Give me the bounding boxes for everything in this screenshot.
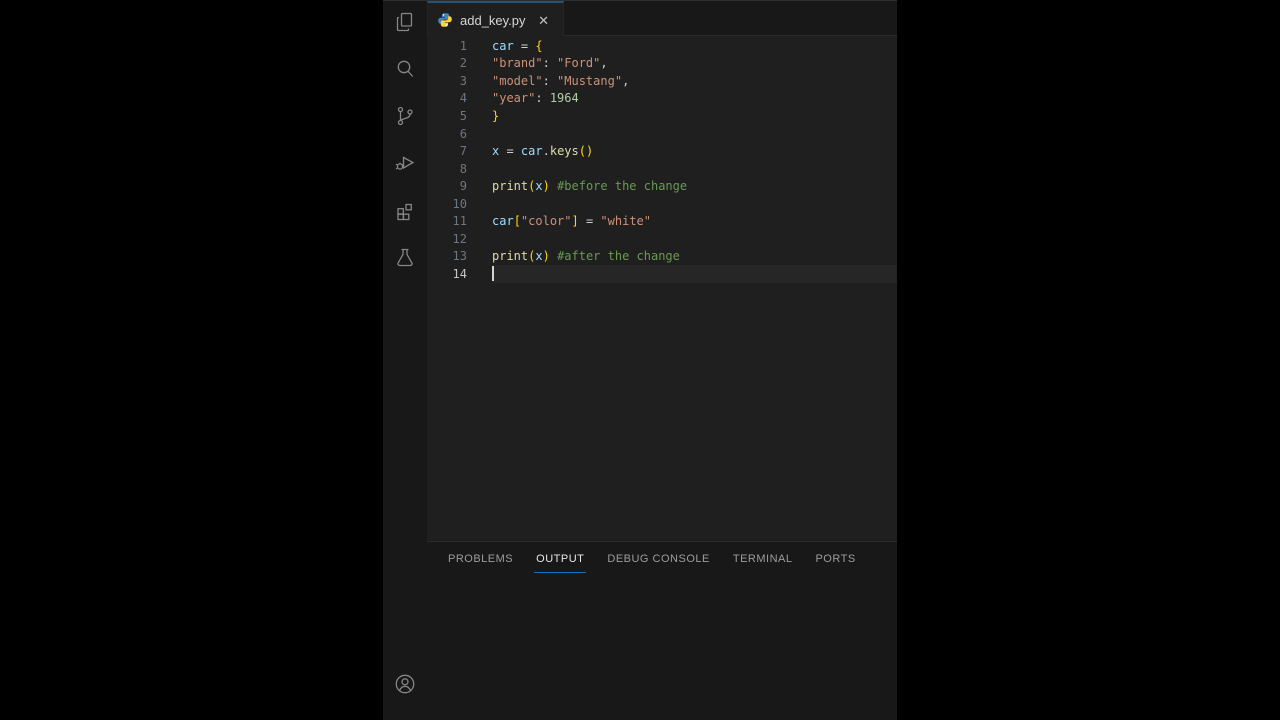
- line-number: 3: [459, 73, 467, 88]
- line-number: 9: [459, 179, 467, 194]
- code-line[interactable]: 6: [427, 125, 897, 143]
- output-panel-body[interactable]: [427, 577, 897, 720]
- vscode-window: add_key.py ✕ 1 car = {2 "brand": "Ford", 3 "…: [383, 0, 897, 720]
- account-button[interactable]: [383, 663, 427, 710]
- tab-label: add_key.py: [460, 12, 526, 28]
- sidebar-item-extensions[interactable]: [383, 189, 427, 236]
- search-icon: [393, 57, 417, 86]
- code-line[interactable]: 8: [427, 160, 897, 178]
- line-number: 7: [459, 144, 467, 159]
- editor-lines: 1 car = {2 "brand": "Ford", 3 "model": "Must…: [427, 37, 897, 283]
- panel-tab-ports[interactable]: PORTS: [813, 547, 857, 573]
- code-line[interactable]: 5}: [427, 107, 897, 125]
- code-line[interactable]: 7x = car. keys(): [427, 142, 897, 160]
- line-number: 8: [459, 161, 467, 176]
- line-number: 6: [459, 126, 467, 141]
- line-number: 2: [459, 56, 467, 71]
- code-line[interactable]: 14: [427, 265, 897, 283]
- text-cursor: [492, 266, 494, 282]
- sidebar-item-explorer[interactable]: [383, 1, 427, 48]
- screen: add_key.py ✕ 1 car = {2 "brand": "Ford", 3 "…: [0, 0, 1280, 720]
- panel-tab-output[interactable]: OUTPUT: [534, 547, 587, 573]
- panel-tab-terminal[interactable]: TERMINAL: [731, 547, 795, 573]
- files-icon: [393, 10, 417, 39]
- code-line[interactable]: 9 print(x) #before the change: [427, 177, 897, 195]
- editor-tab-bar: add_key.py ✕: [427, 1, 897, 37]
- line-number: 5: [459, 108, 467, 123]
- sidebar-item-source-control[interactable]: [383, 95, 427, 142]
- line-number: 1: [459, 38, 467, 53]
- sidebar-item-search[interactable]: [383, 48, 427, 95]
- code-line[interactable]: 4 "year": 1964: [427, 90, 897, 108]
- tab-add-key-py[interactable]: add_key.py ✕: [427, 1, 564, 37]
- account-icon: [393, 672, 417, 701]
- code-line[interactable]: 2 "brand": "Ford",: [427, 55, 897, 73]
- sidebar-item-testing[interactable]: [383, 236, 427, 283]
- panel-tab-debug-console[interactable]: DEBUG CONSOLE: [605, 547, 711, 573]
- close-icon[interactable]: ✕: [535, 11, 553, 29]
- python-icon: [437, 12, 453, 28]
- sidebar-item-run-debug[interactable]: [383, 142, 427, 189]
- line-number: 10: [452, 196, 467, 211]
- line-number: 4: [459, 91, 467, 106]
- panel-tab-bar: PROBLEMS OUTPUT DEBUG CONSOLE TERMINAL PORTS: [427, 542, 897, 577]
- code-editor[interactable]: 1 car = {2 "brand": "Ford", 3 "model": "Must…: [427, 36, 897, 541]
- line-number: 13: [452, 249, 467, 264]
- code-line[interactable]: 1 car = {: [427, 37, 897, 55]
- code-line[interactable]: 12: [427, 230, 897, 248]
- panel-tab-problems[interactable]: PROBLEMS: [446, 547, 515, 573]
- code-line[interactable]: 10: [427, 195, 897, 213]
- line-number: 12: [452, 231, 467, 246]
- bottom-panel: PROBLEMS OUTPUT DEBUG CONSOLE TERMINAL PORTS: [427, 541, 897, 720]
- line-number: 14: [452, 266, 467, 281]
- code-line[interactable]: 3 "model": "Mustang",: [427, 72, 897, 90]
- source-control-icon: [393, 104, 417, 133]
- activity-bar: [383, 1, 427, 720]
- code-line[interactable]: 13 print(x) #after the change: [427, 248, 897, 266]
- testing-icon: [393, 245, 417, 274]
- code-line[interactable]: 11 car["color"] = "white": [427, 212, 897, 230]
- line-number: 11: [452, 214, 467, 229]
- run-debug-icon: [393, 151, 417, 180]
- extensions-icon: [393, 198, 417, 227]
